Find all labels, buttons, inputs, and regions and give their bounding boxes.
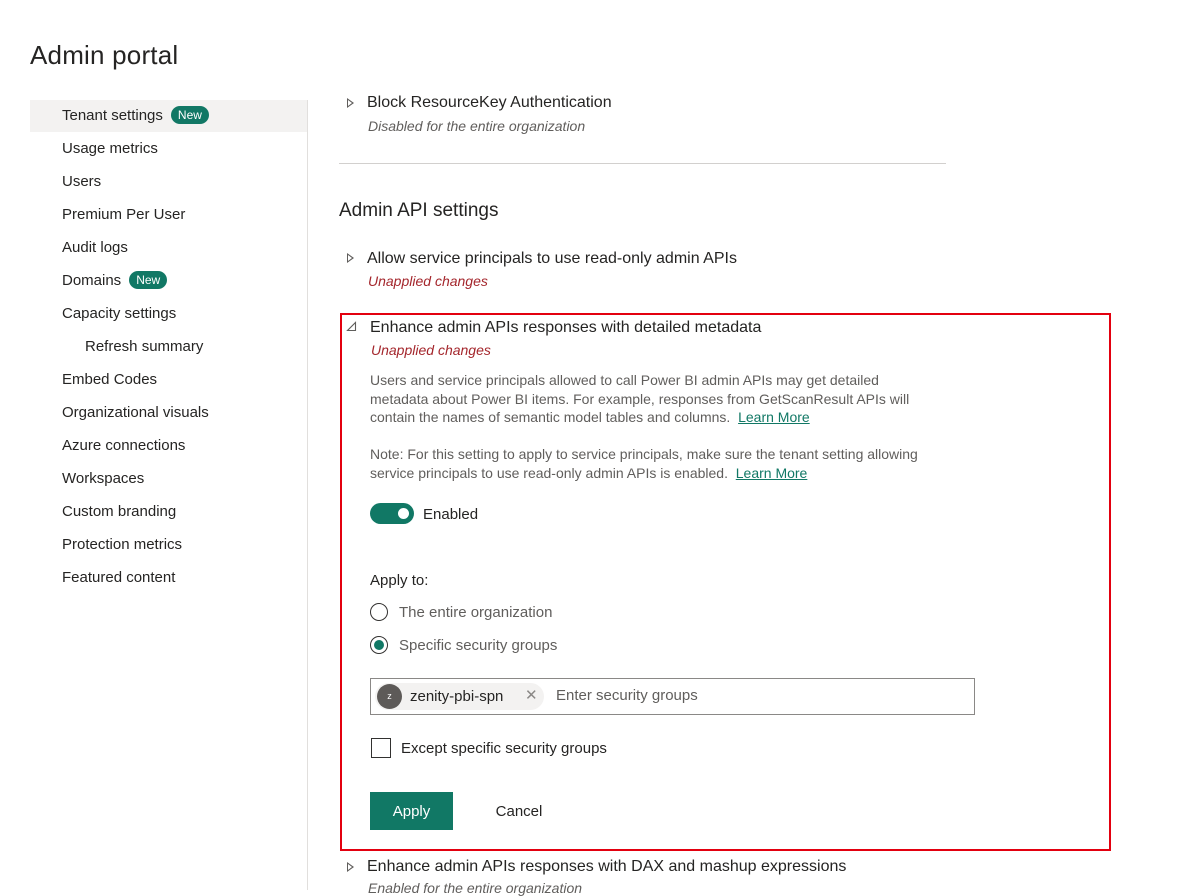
sidebar-item-tenant-settings[interactable]: Tenant settings New [30, 100, 307, 132]
new-badge: New [170, 106, 209, 124]
sidebar-item-protection-metrics[interactable]: Protection metrics [30, 528, 307, 561]
setting-title-enhance-metadata[interactable]: Enhance admin APIs responses with detail… [370, 319, 761, 337]
close-icon[interactable]: ✕ [525, 686, 538, 704]
security-groups-input[interactable] [556, 687, 956, 704]
radio-selected-dot [374, 640, 384, 650]
sidebar-item-custom-branding[interactable]: Custom branding [30, 495, 307, 528]
sidebar-item-featured-content[interactable]: Featured content [30, 561, 307, 594]
section-divider [339, 163, 946, 164]
sidebar-item-refresh-summary[interactable]: Refresh summary [30, 330, 307, 363]
setting-status: Disabled for the entire organization [368, 118, 586, 134]
cancel-button[interactable]: Cancel [485, 792, 553, 830]
toggle-knob [398, 508, 409, 519]
sidebar-item-domains[interactable]: Domains New [30, 264, 307, 297]
radio-specific-groups[interactable] [370, 636, 388, 654]
sidebar-item-embed-codes[interactable]: Embed Codes [30, 363, 307, 396]
sidebar-item-usage-metrics[interactable]: Usage metrics [30, 132, 307, 165]
security-groups-picker[interactable]: z zenity-pbi-spn ✕ [370, 678, 975, 715]
setting-status-unapplied: Unapplied changes [371, 342, 491, 358]
setting-title-allow-service-principals[interactable]: Allow service principals to use read-onl… [367, 250, 737, 268]
radio-label-specific-groups[interactable]: Specific security groups [399, 637, 557, 654]
avatar: z [377, 684, 402, 709]
new-badge: New [129, 271, 168, 289]
setting-status-unapplied: Unapplied changes [368, 273, 488, 289]
radio-label-entire-organization[interactable]: The entire organization [399, 604, 552, 621]
apply-button[interactable]: Apply [370, 792, 453, 830]
sidebar-item-capacity-settings[interactable]: Capacity settings [30, 297, 307, 330]
caret-right-icon[interactable] [347, 253, 354, 263]
setting-note: Note: For this setting to apply to servi… [370, 446, 918, 481]
except-groups-checkbox[interactable] [371, 738, 391, 758]
page-title: Admin portal [30, 40, 179, 70]
section-heading-admin-api: Admin API settings [339, 200, 499, 221]
settings-panel: Block ResourceKey Authentication Disable… [339, 0, 1179, 896]
sidebar-item-premium-per-user[interactable]: Premium Per User [30, 198, 307, 231]
learn-more-link[interactable]: Learn More [736, 465, 808, 481]
toggle-label: Enabled [423, 506, 479, 523]
caret-right-icon[interactable] [347, 98, 354, 108]
sidebar-item-label: Domains [62, 272, 122, 289]
caret-right-icon[interactable] [347, 862, 354, 872]
apply-to-label: Apply to: [370, 572, 429, 589]
sidebar-item-azure-connections[interactable]: Azure connections [30, 429, 307, 462]
caret-down-icon[interactable] [346, 320, 358, 332]
sidebar-item-label: Tenant settings [62, 107, 163, 124]
radio-entire-organization[interactable] [370, 603, 388, 621]
sidebar-item-organizational-visuals[interactable]: Organizational visuals [30, 396, 307, 429]
security-group-chip: z zenity-pbi-spn ✕ [375, 683, 544, 710]
sidebar-item-users[interactable]: Users [30, 165, 307, 198]
chip-label: zenity-pbi-spn [410, 688, 504, 705]
enabled-toggle[interactable] [370, 503, 414, 524]
sidebar-item-workspaces[interactable]: Workspaces [30, 462, 307, 495]
setting-title-block-resourcekey[interactable]: Block ResourceKey Authentication [367, 94, 612, 112]
except-groups-label[interactable]: Except specific security groups [401, 740, 607, 757]
admin-sidebar: Tenant settings New Usage metrics Users P… [30, 100, 308, 890]
setting-description: Users and service principals allowed to … [370, 372, 910, 425]
learn-more-link[interactable]: Learn More [738, 409, 810, 425]
setting-status: Enabled for the entire organization [368, 880, 583, 896]
sidebar-item-audit-logs[interactable]: Audit logs [30, 231, 307, 264]
setting-title-dax-mashup[interactable]: Enhance admin APIs responses with DAX an… [367, 858, 846, 876]
